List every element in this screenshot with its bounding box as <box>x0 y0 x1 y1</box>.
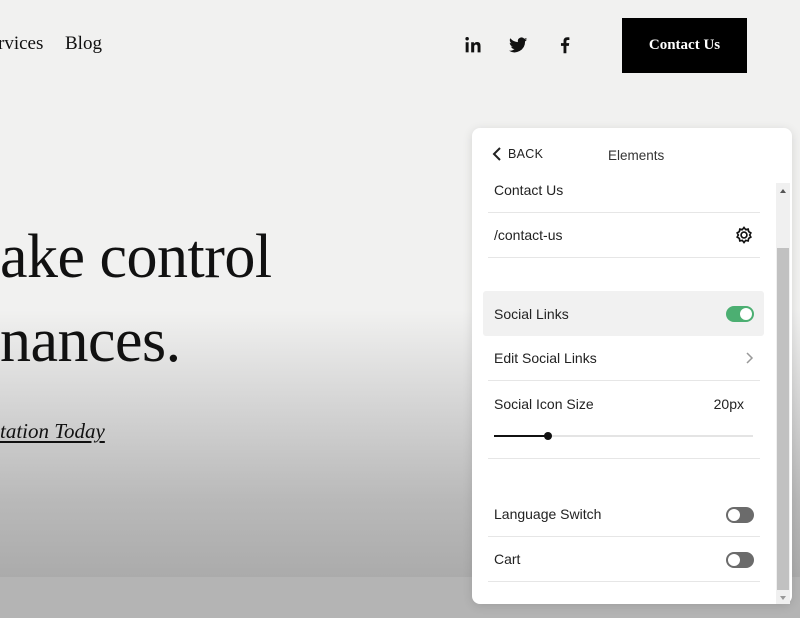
social-icon-size-row: Social Icon Size 20px <box>488 381 760 459</box>
twitter-icon[interactable] <box>507 34 529 56</box>
social-links-toggle[interactable] <box>726 306 754 322</box>
chevron-left-icon <box>492 147 501 161</box>
linkedin-icon[interactable] <box>462 34 484 56</box>
button-text-value: Contact Us <box>494 182 564 198</box>
language-switch-row: Language Switch <box>488 492 760 537</box>
hero-heading-line-2: nances. <box>0 307 181 375</box>
elements-panel: BACK Elements Contact Us /contact-us Soc… <box>472 128 792 604</box>
scroll-up-arrow-icon[interactable] <box>780 189 786 193</box>
consultation-link[interactable]: tation Today <box>0 419 105 444</box>
facebook-icon[interactable] <box>554 34 576 56</box>
edit-social-links-label: Edit Social Links <box>494 350 597 366</box>
cart-row: Cart <box>488 537 760 582</box>
gear-icon[interactable] <box>734 225 754 245</box>
social-links-row: Social Links <box>488 291 760 336</box>
cart-label: Cart <box>494 551 521 567</box>
social-icon-size-slider[interactable] <box>494 432 753 440</box>
button-link-field[interactable]: /contact-us <box>488 213 760 258</box>
language-switch-label: Language Switch <box>494 506 602 522</box>
language-switch-toggle[interactable] <box>726 507 754 523</box>
contact-us-button[interactable]: Contact Us <box>622 18 747 73</box>
edit-social-links-row[interactable]: Edit Social Links <box>488 336 760 381</box>
scroll-down-arrow-icon[interactable] <box>780 596 786 600</box>
button-link-value: /contact-us <box>494 227 563 243</box>
hero-heading-line-1: ake control <box>0 223 272 291</box>
back-label: BACK <box>508 147 544 161</box>
panel-title: Elements <box>608 148 665 163</box>
button-text-field[interactable]: Contact Us <box>488 168 760 213</box>
slider-thumb[interactable] <box>544 432 553 440</box>
panel-scrollbar-thumb[interactable] <box>777 248 789 590</box>
slider-fill <box>494 435 549 437</box>
nav-services[interactable]: rvices <box>0 33 43 55</box>
social-icon-size-value: 20px <box>713 396 744 412</box>
chevron-right-icon <box>746 352 754 364</box>
cart-toggle[interactable] <box>726 552 754 568</box>
nav-blog[interactable]: Blog <box>65 33 102 55</box>
social-links-label: Social Links <box>494 305 569 322</box>
back-button[interactable]: BACK <box>492 147 543 161</box>
social-icon-size-label: Social Icon Size <box>494 396 594 412</box>
